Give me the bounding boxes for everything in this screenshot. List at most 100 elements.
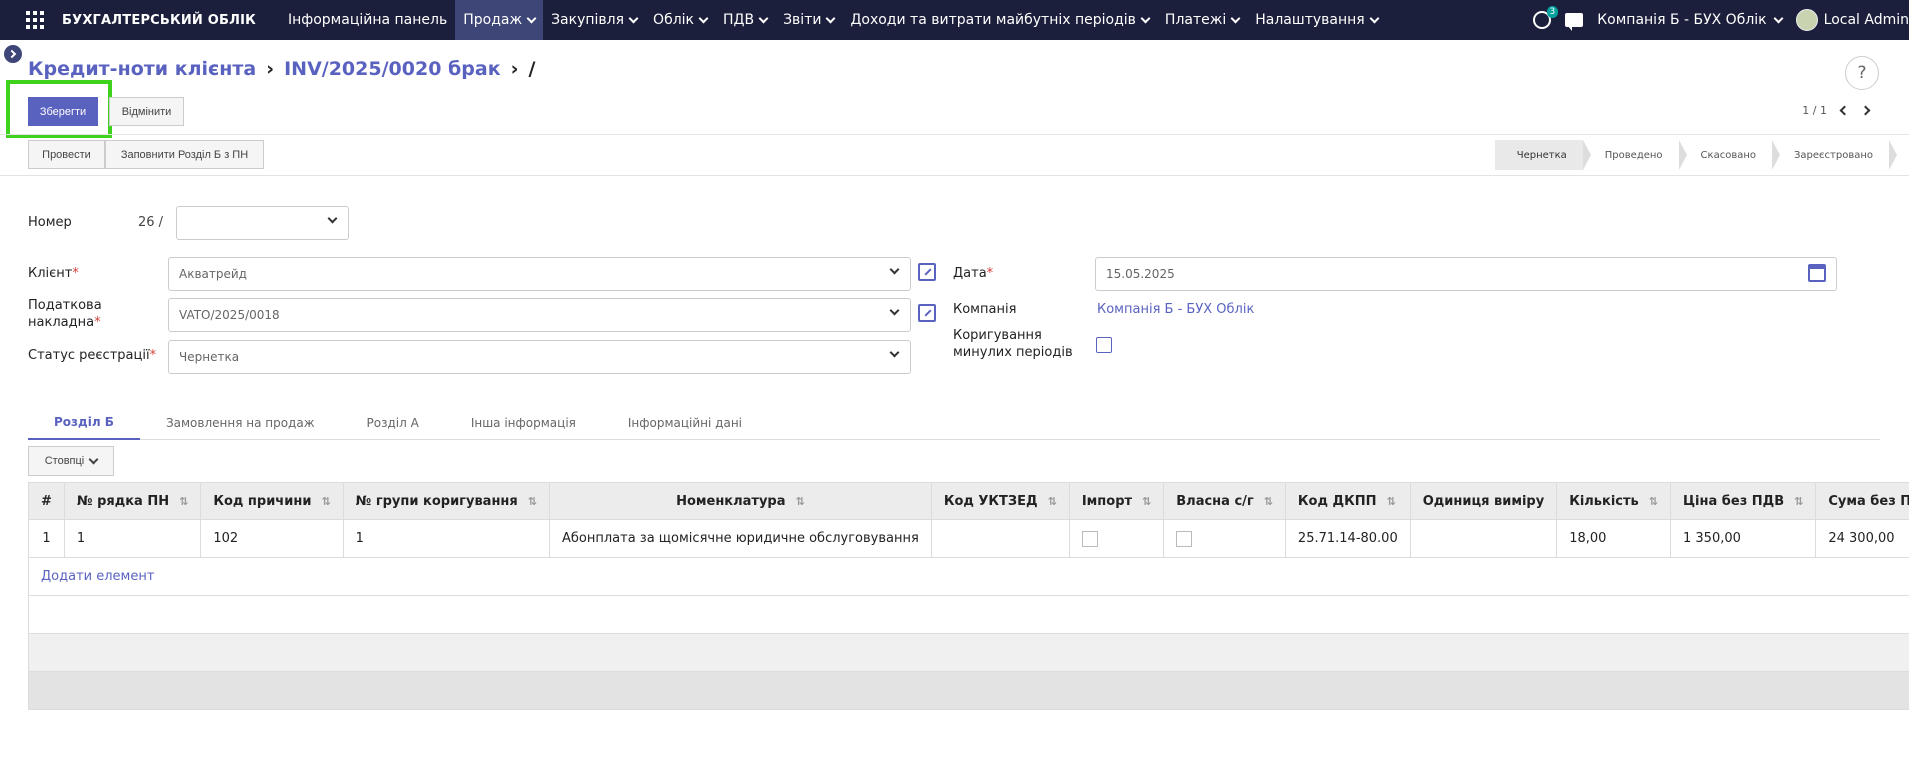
cell-group[interactable]: 1 [342,519,550,558]
breadcrumb-current: / [528,58,536,80]
company-label: Компанія [953,302,1017,317]
chevron-down-icon [526,13,537,23]
col-group[interactable]: № групи коригування ⇅ [342,482,550,520]
messages-icon[interactable] [1565,13,1584,31]
chevron-down-icon [1230,13,1241,23]
correction-checkbox[interactable] [1096,337,1112,353]
breadcrumb-root[interactable]: Кредит-ноти клієнта [28,58,256,80]
cell-row-no[interactable]: 1 [63,519,202,558]
calendar-icon[interactable] [1808,264,1826,282]
col-sum[interactable]: Сума без ПДВ [1815,482,1909,520]
breadcrumb-parent[interactable]: INV/2025/0020 брак [284,58,501,80]
sort-icon: ⇅ [321,494,331,508]
table-header-row: # № рядка ПН ⇅ Код причини ⇅ № групи кориг… [28,482,1909,520]
tax-invoice-label: Податкова [28,298,102,313]
cancel-button[interactable]: Відмінити [109,97,184,126]
col-import[interactable]: Імпорт ⇅ [1068,482,1165,520]
correction-label-line2: минулих періодів [953,345,1073,360]
own-agri-checkbox[interactable] [1176,530,1193,547]
col-item[interactable]: Номенклатура ⇅ [548,482,932,520]
stage-cancelled[interactable]: Скасовано [1678,140,1781,170]
notebook-tabs: Розділ Б Замовлення на продаж Розділ А І… [28,406,1880,440]
pager: 1 / 1 [1802,104,1871,117]
columns-button[interactable]: Стовпці [28,446,114,476]
post-button[interactable]: Провести [28,140,105,169]
tab-other-info[interactable]: Інша інформація [445,406,602,440]
company-switcher[interactable]: Компанія Б - БУХ Облік [1597,12,1784,28]
top-navbar: БУХГАЛТЕРСЬКИЙ ОБЛІК Інформаційна панель… [0,0,1909,40]
open-tax-invoice-link-icon[interactable] [918,304,936,322]
sort-icon: ⇅ [1648,494,1658,508]
stage-registered[interactable]: Зареєстровано [1772,140,1897,170]
menu-dashboard[interactable]: Інформаційна панель [280,0,455,40]
cell-uktzed[interactable] [930,519,1070,558]
col-own-agri[interactable]: Власна с/г ⇅ [1163,482,1286,520]
col-reason[interactable]: Код причини ⇅ [200,482,344,520]
apps-menu-icon[interactable] [20,0,50,40]
menu-payments[interactable]: Платежі [1157,0,1247,40]
correction-label: Коригування [953,328,1042,343]
menu-sales[interactable]: Продаж [455,0,544,40]
cell-dkpp[interactable]: 25.71.14-80.00 [1284,519,1411,558]
cell-sum[interactable]: 24 300,00 [1815,519,1909,558]
reg-status-select[interactable]: Чернетка [168,340,911,374]
cell-price[interactable]: 1 350,00 [1669,519,1817,558]
import-checkbox[interactable] [1081,530,1098,547]
open-client-link-icon[interactable] [918,263,936,281]
reg-status-value: Чернетка [179,350,240,364]
chevron-down-icon [88,454,99,464]
sort-icon: ⇅ [179,494,189,508]
menu-deferred[interactable]: Доходи та витрати майбутніх періодів [842,0,1156,40]
col-row-no[interactable]: № рядка ПН ⇅ [63,482,202,520]
menu-purchases[interactable]: Закупівля [543,0,645,40]
date-field[interactable]: 15.05.2025 [1095,257,1837,291]
tab-section-b[interactable]: Розділ Б [28,406,140,440]
company-value[interactable]: Компанія Б - БУХ Облік [1097,302,1254,317]
lines-table: # № рядка ПН ⇅ Код причини ⇅ № групи кориг… [28,482,1909,710]
tab-info-data[interactable]: Інформаційні дані [602,406,768,440]
sort-icon: ⇅ [1047,494,1057,508]
tax-invoice-label-line2: накладна* [28,315,101,330]
number-journal-select[interactable] [176,206,349,240]
tab-sale-orders[interactable]: Замовлення на продаж [140,406,341,440]
col-uktzed[interactable]: Код УКТЗЕД ⇅ [930,482,1070,520]
col-qty[interactable]: Кількість ⇅ [1556,482,1671,520]
tab-section-a[interactable]: Розділ А [341,406,445,440]
next-record-icon[interactable] [1860,105,1871,116]
stage-posted[interactable]: Проведено [1582,140,1687,170]
save-button[interactable]: Зберегти [28,97,98,126]
cell-unit[interactable] [1409,519,1558,558]
avatar [1795,9,1818,31]
sidebar-toggle-icon[interactable] [4,45,22,63]
help-icon[interactable]: ? [1845,56,1879,90]
menu-reports[interactable]: Звіти [775,0,842,40]
app-brand[interactable]: БУХГАЛТЕРСЬКИЙ ОБЛІК [62,13,256,28]
table-row[interactable]: 1 1 102 1 Абонплата за щомісячне юридичн… [28,519,1909,558]
chevron-down-icon [889,305,900,316]
col-unit[interactable]: Одиниця виміру [1409,482,1558,520]
cell-item[interactable]: Абонплата за щомісячне юридичне обслугов… [548,519,932,558]
pager-value[interactable]: 1 / 1 [1802,104,1827,117]
stage-draft[interactable]: Чернетка [1494,140,1591,170]
cell-import[interactable] [1068,519,1165,558]
chevron-down-icon [1369,13,1380,23]
add-line-link[interactable]: Додати елемент [41,569,154,584]
menu-settings[interactable]: Налаштування [1247,0,1385,40]
fill-section-b-button[interactable]: Заповнити Розділ Б з ПН [105,140,264,169]
previous-record-icon[interactable] [1839,105,1850,116]
number-value: 26 / [138,215,164,230]
tax-invoice-value: VATO/2025/0018 [179,308,280,322]
cell-qty[interactable]: 18,00 [1556,519,1671,558]
col-dkpp[interactable]: Код ДКПП ⇅ [1284,482,1411,520]
activity-clock-icon[interactable]: 3 [1533,6,1559,29]
cell-own-agri[interactable] [1163,519,1286,558]
user-menu[interactable]: Local Admin [1795,9,1909,31]
cell-reason[interactable]: 102 [200,519,344,558]
breadcrumb: Кредит-ноти клієнта › INV/2025/0020 брак… [28,58,535,80]
chevron-down-icon [1140,13,1151,23]
menu-accounting[interactable]: Облік [645,0,715,40]
tax-invoice-select[interactable]: VATO/2025/0018 [168,298,911,332]
col-price[interactable]: Ціна без ПДВ ⇅ [1669,482,1817,520]
menu-vat[interactable]: ПДВ [715,0,775,40]
client-select[interactable]: Акватрейд [168,257,911,291]
